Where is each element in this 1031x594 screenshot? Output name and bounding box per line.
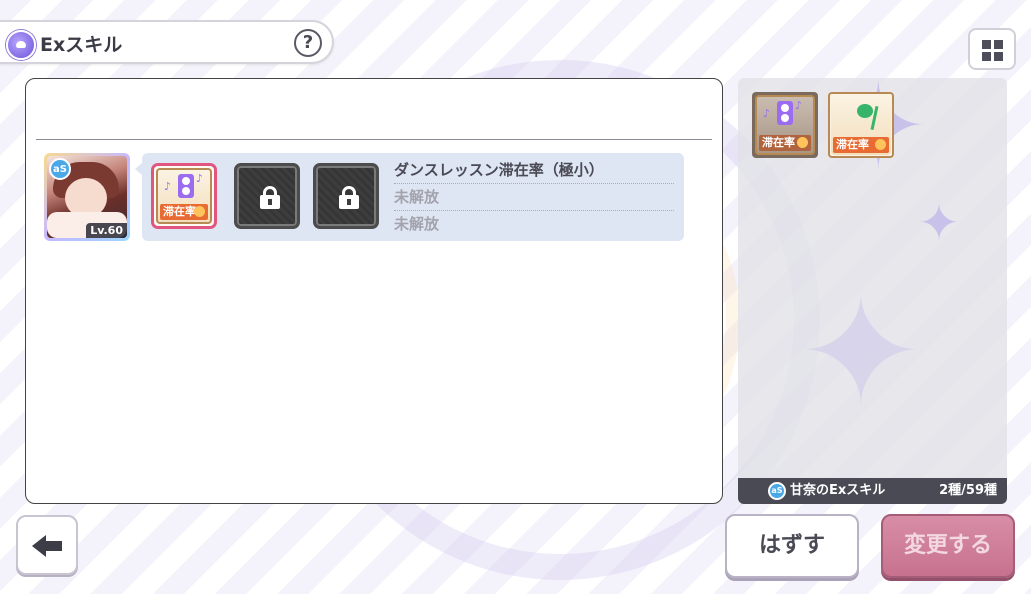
character-card[interactable]: aS Lv.60 <box>44 153 130 241</box>
character-portrait: aS Lv.60 <box>47 156 127 238</box>
owned-skills-footer: aS 甘奈のExスキル 2種/59種 <box>738 478 1007 504</box>
skill-line-1: ダンスレッスン滞在率（極小） <box>394 157 674 184</box>
owned-skills-label: 甘奈のExスキル <box>790 483 886 498</box>
skill-row: ♪ ♪ 滞在率 ダンスレッスン滞在率（極小） 未解放 未解放 <box>135 153 684 241</box>
title-icon <box>6 30 36 60</box>
divider <box>36 139 712 140</box>
lock-icon <box>260 186 280 209</box>
speaker-icon <box>178 174 194 198</box>
sparkle-decoration: ✦ <box>798 266 924 440</box>
back-arrow-icon <box>44 541 62 551</box>
grid-icon <box>994 40 1003 49</box>
back-button[interactable] <box>16 515 78 575</box>
skill-tag: 滞在率 <box>833 137 889 153</box>
music-note-icon: ♪ <box>795 99 803 112</box>
grid-icon <box>994 52 1003 61</box>
title-bar: Exスキル ? <box>0 20 334 64</box>
skill-icon: ♪ ♪ 滞在率 <box>755 95 815 155</box>
sparkle-decoration: ✦ <box>918 194 960 252</box>
mic-stand-icon <box>849 100 879 131</box>
skill-slot-2[interactable] <box>234 163 300 229</box>
skill-icon: 滞在率 <box>831 95 891 155</box>
owned-skills-panel: ✦ ✦ ✦ ♪ ♪ 滞在率 滞在率 aS 甘奈のExスキル 2種/59種 <box>738 78 1007 504</box>
grid-icon <box>982 40 991 49</box>
lock-icon <box>339 186 359 209</box>
unit-badge-icon: aS <box>49 158 71 180</box>
speaker-icon <box>777 101 793 125</box>
music-note-icon: ♪ <box>763 107 771 120</box>
owned-skill-1[interactable]: ♪ ♪ 滞在率 <box>752 92 818 158</box>
help-button[interactable]: ? <box>294 29 322 57</box>
music-note-icon: ♪ <box>196 172 204 185</box>
skill-slot-3[interactable] <box>313 163 379 229</box>
remove-button[interactable]: はずす <box>725 514 859 578</box>
skill-tag: 滞在率 <box>759 135 811 151</box>
skill-slot-1[interactable]: ♪ ♪ 滞在率 <box>151 163 217 229</box>
skill-list-panel: aS Lv.60 ♪ ♪ 滞在率 ダンスレッスン滞在率（極小） 未解放 未解放 <box>25 78 723 504</box>
skill-tag: 滞在率 <box>160 204 208 220</box>
change-button[interactable]: 変更する <box>881 514 1015 578</box>
unit-badge-icon: aS <box>768 482 786 500</box>
page-title: Exスキル <box>40 34 123 56</box>
up-arrow-icon <box>194 206 205 217</box>
skill-line-3: 未解放 <box>394 215 440 233</box>
skill-icon: ♪ ♪ 滞在率 <box>156 168 212 224</box>
up-arrow-icon <box>797 137 808 148</box>
skill-line-2: 未解放 <box>394 184 674 211</box>
music-note-icon: ♪ <box>164 180 172 193</box>
owned-skills-count: 2種/59種 <box>939 483 997 498</box>
grid-icon <box>982 52 991 61</box>
skill-description-list: ダンスレッスン滞在率（極小） 未解放 未解放 <box>394 157 674 238</box>
owned-skill-2[interactable]: 滞在率 <box>828 92 894 158</box>
grid-view-button[interactable] <box>968 28 1016 70</box>
up-arrow-icon <box>875 139 886 150</box>
character-level: Lv.60 <box>86 223 127 238</box>
